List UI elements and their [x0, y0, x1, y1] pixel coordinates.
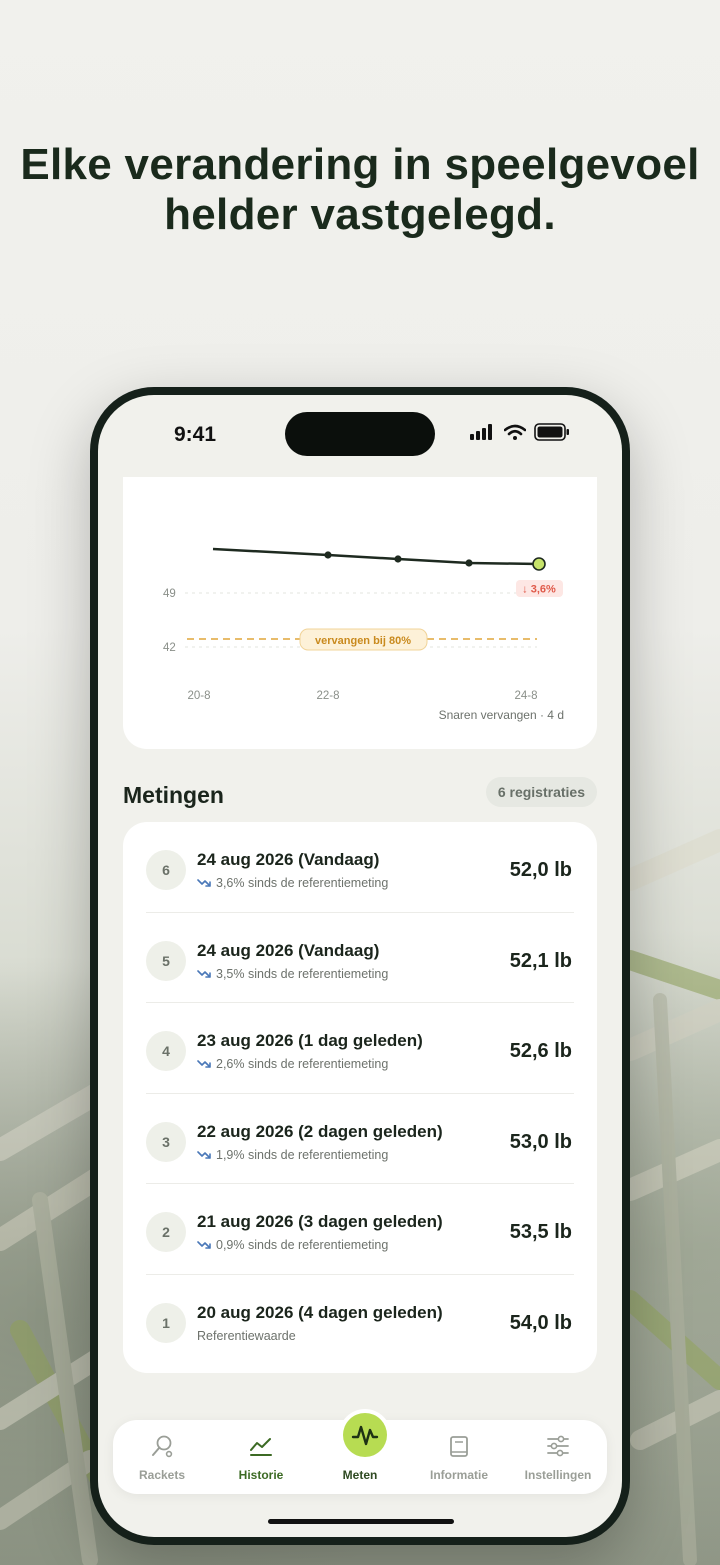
tension-chart-card: 49 42 vervangen bij 80% ↓ 3,6% 20-8 22-8…	[123, 477, 597, 749]
measurement-subtitle-text: Referentiewaarde	[197, 1328, 296, 1343]
measurement-subtitle-text: 0,9% sinds de referentiemeting	[216, 1238, 389, 1252]
data-point	[394, 555, 402, 563]
registrations-count-badge: 6 registraties	[485, 777, 597, 807]
measurement-index-badge: 1	[146, 1302, 186, 1343]
measurement-value: 52,1 lb	[509, 949, 572, 972]
sliders-icon	[547, 1435, 569, 1457]
status-time: 9:41	[174, 423, 217, 446]
tab-meten[interactable]: Meten	[311, 1413, 409, 1494]
home-indicator[interactable]	[268, 1519, 454, 1524]
trend-down-icon	[197, 1060, 211, 1068]
trend-down-icon	[197, 969, 211, 978]
x-tick-20-8: 20-8	[187, 690, 210, 702]
battery-icon	[534, 423, 569, 441]
threshold-label: vervangen bij 80%	[315, 635, 411, 647]
measurement-row[interactable]: 5 24 aug 2026 (Vandaag) 3,5% sinds de re…	[123, 913, 597, 1003]
status-icons	[470, 423, 570, 441]
phone-screen: 9:41 49 42 vervangen bij 80% ↓ 3,6% 20-8…	[98, 395, 622, 1537]
tab-instellingen[interactable]: Instellingen	[509, 1420, 607, 1494]
tab-bar: Rackets Historie Meten Informatie Instel…	[113, 1413, 607, 1494]
y-tick-49: 49	[163, 588, 176, 600]
book-icon	[450, 1436, 468, 1457]
measurement-subtitle: 0,9% sinds de referentiemeting	[197, 1238, 388, 1252]
section-title: Metingen	[123, 782, 224, 808]
measurement-value: 53,5 lb	[509, 1221, 572, 1243]
measurement-index-badge: 5	[146, 940, 186, 981]
measurement-value: 52,6 lb	[509, 1040, 572, 1062]
measurement-subtitle: Referentiewaarde	[197, 1329, 296, 1343]
measurement-date: 24 aug 2026 (Vandaag)	[197, 850, 380, 869]
y-tick-42: 42	[163, 642, 176, 654]
scroll-content[interactable]: 49 42 vervangen bij 80% ↓ 3,6% 20-8 22-8…	[98, 477, 622, 1537]
measurement-date: 22 aug 2026 (2 dagen geleden)	[197, 1121, 443, 1141]
trend-down-icon	[197, 1150, 211, 1159]
measurement-date: 20 aug 2026 (4 dagen geleden)	[197, 1302, 443, 1322]
measurement-subtitle-text: 1,9% sinds de referentiemeting	[216, 1147, 389, 1162]
measurement-subtitle: 3,6% sinds de referentiemeting	[197, 876, 388, 890]
headline-line-2: helder vastgelegd.	[164, 190, 556, 239]
trend-down-icon	[197, 879, 211, 887]
measurement-index-badge: 3	[146, 1121, 186, 1162]
measurement-subtitle: 2,6% sinds de referentiemeting	[197, 1057, 388, 1071]
measurements-list: 6 24 aug 2026 (Vandaag) 3,6% sinds de re…	[123, 822, 597, 1373]
chart-footnote: Snaren vervangen · 4 d	[438, 708, 564, 722]
measurement-row[interactable]: 1 20 aug 2026 (4 dagen geleden) Referent…	[123, 1275, 597, 1366]
racket-icon	[152, 1435, 173, 1458]
measurement-value: 54,0 lb	[509, 1311, 572, 1334]
tab-informatie[interactable]: Informatie	[410, 1420, 508, 1494]
phone-frame: 9:41 49 42 vervangen bij 80% ↓ 3,6% 20-8…	[90, 387, 630, 1545]
measurement-row[interactable]: 4 23 aug 2026 (1 dag geleden) 2,6% sinds…	[123, 1003, 597, 1094]
measurement-subtitle-text: 2,6% sinds de referentiemeting	[216, 1057, 389, 1071]
change-badge-text: ↓ 3,6%	[522, 584, 556, 596]
tab-historie[interactable]: Historie	[212, 1420, 310, 1494]
latest-data-point	[532, 557, 546, 571]
tension-line	[212, 547, 540, 566]
tab-label: Historie	[238, 1468, 284, 1482]
measurement-subtitle: 1,9% sinds de referentiemeting	[197, 1148, 388, 1162]
measurement-index-badge: 2	[146, 1212, 186, 1252]
trend-down-icon	[197, 1241, 211, 1249]
measurement-row[interactable]: 6 24 aug 2026 (Vandaag) 3,6% sinds de re…	[123, 822, 597, 913]
tab-label: Rackets	[138, 1468, 186, 1482]
tab-label: Informatie	[429, 1468, 488, 1482]
headline: Elke verandering in speelgevoel helder v…	[0, 140, 720, 240]
measurement-subtitle: 3,5% sinds de referentiemeting	[197, 967, 388, 981]
data-point	[465, 559, 473, 567]
measurement-date: 21 aug 2026 (3 dagen geleden)	[197, 1212, 443, 1231]
measure-button[interactable]	[343, 1413, 387, 1457]
measurement-date: 23 aug 2026 (1 dag geleden)	[197, 1031, 423, 1050]
dynamic-island	[285, 412, 435, 456]
chart-line-icon	[250, 1438, 272, 1456]
headline-line-1: Elke verandering in speelgevoel	[20, 140, 700, 189]
measurement-value: 52,0 lb	[509, 859, 572, 881]
waveform-icon	[351, 1425, 379, 1446]
tab-label: Instellingen	[524, 1468, 592, 1482]
signal-icon	[470, 424, 492, 440]
measurement-date: 24 aug 2026 (Vandaag)	[197, 940, 380, 960]
measurement-subtitle-text: 3,5% sinds de referentiemeting	[216, 966, 389, 981]
measurement-index-badge: 4	[146, 1031, 186, 1071]
tab-label: Meten	[342, 1468, 378, 1482]
x-tick-22-8: 22-8	[316, 690, 339, 702]
measurement-index-badge: 6	[146, 850, 186, 890]
x-tick-24-8: 24-8	[514, 690, 537, 702]
measurement-row[interactable]: 3 22 aug 2026 (2 dagen geleden) 1,9% sin…	[123, 1094, 597, 1184]
measurement-subtitle-text: 3,6% sinds de referentiemeting	[216, 876, 389, 890]
wifi-icon	[504, 424, 526, 440]
data-point	[324, 551, 332, 559]
measurement-value: 53,0 lb	[509, 1130, 572, 1153]
measurement-row[interactable]: 2 21 aug 2026 (3 dagen geleden) 0,9% sin…	[123, 1184, 597, 1275]
tab-rackets[interactable]: Rackets	[113, 1420, 211, 1494]
